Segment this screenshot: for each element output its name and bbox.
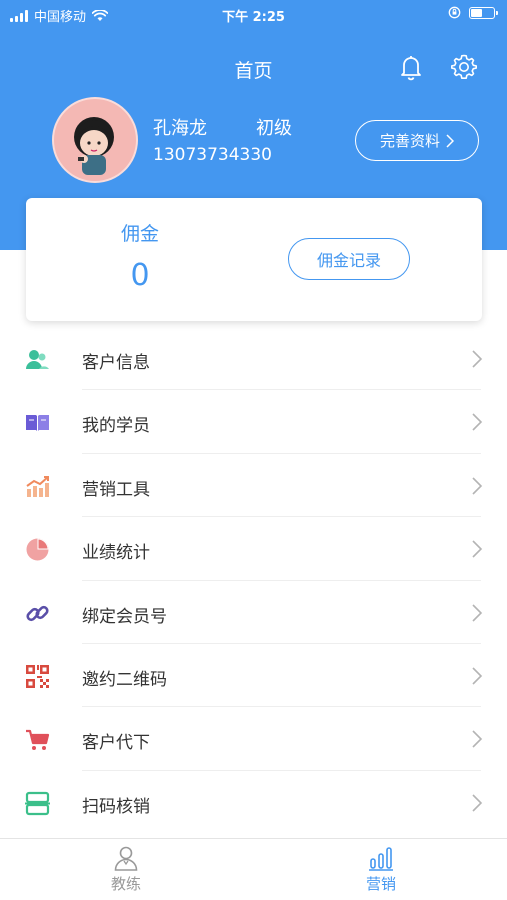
avatar-illustration [74,117,114,175]
commission-card: 佣金 0 佣金记录 [26,198,482,321]
chevron-right-icon [472,350,483,368]
user-level: 初级 [256,118,292,139]
complete-profile-button[interactable]: 完善资料 [355,120,479,161]
book-icon [26,415,49,432]
menu-item-marketing-tools[interactable]: 营销工具 [0,454,507,518]
chevron-right-icon [472,794,483,812]
menu-item-label: 客户信息 [82,353,150,373]
commission-records-button[interactable]: 佣金记录 [288,238,410,280]
chevron-right-icon [472,540,483,558]
menu-item-label: 营销工具 [82,479,150,500]
customer-icon [26,350,49,369]
menu-item-bind-member[interactable]: 绑定会员号 [0,581,507,644]
page-title: 首页 [234,60,273,82]
scan-icon [25,791,50,815]
chevron-right-icon [472,667,483,685]
bell-icon[interactable] [396,52,426,82]
pie-icon [26,538,49,561]
user-phone: 13073734330 [153,145,272,165]
menu-item-label: 客户代下 [82,733,150,754]
menu-item-customer-order[interactable]: 客户代下 [0,707,507,771]
menu-list: 客户信息 我的学员 营销工具 业绩统计 绑定会员号 邀约二维码 客户代下 扫码核… [0,327,507,834]
commission-value: 0 [130,258,150,293]
status-time: 下午 2:25 [222,10,285,25]
cart-icon [26,730,50,751]
menu-item-invite-qrcode[interactable]: 邀约二维码 [0,644,507,708]
chevron-right-icon [446,133,454,148]
chevron-right-icon [472,730,483,748]
gear-icon[interactable] [449,52,479,82]
orientation-lock-icon [448,6,461,19]
tab-marketing[interactable]: 营销 [341,845,421,897]
menu-item-customer-info[interactable]: 客户信息 [0,327,507,391]
tab-label: 教练 [110,875,141,893]
person-icon [114,846,138,871]
status-bar: 中国移动 下午 2:25 [0,0,507,28]
menu-item-my-students[interactable]: 我的学员 [0,390,507,454]
user-name: 孔海龙 [153,118,207,139]
chevron-right-icon [472,413,483,431]
bar-chart-icon [369,847,393,871]
menu-item-scan-verify[interactable]: 扫码核销 [0,771,507,834]
battery-icon [469,6,498,19]
chevron-right-icon [472,477,483,495]
avatar[interactable] [52,97,138,183]
chart-icon [26,475,49,497]
menu-item-label: 业绩统计 [82,543,150,564]
menu-item-label: 扫码核销 [82,796,150,817]
complete-profile-label: 完善资料 [379,132,440,150]
tab-bar: 教练 营销 [0,838,507,900]
menu-item-label: 我的学员 [82,416,150,437]
chevron-right-icon [472,603,483,622]
commission-label: 佣金 [120,223,159,245]
menu-item-label: 绑定会员号 [82,606,167,627]
menu-item-label: 邀约二维码 [82,669,167,690]
tab-coach[interactable]: 教练 [86,845,166,897]
menu-item-performance-stats[interactable]: 业绩统计 [0,517,507,581]
qrcode-icon [26,664,49,688]
tab-label: 营销 [365,875,396,893]
link-icon [26,605,49,621]
